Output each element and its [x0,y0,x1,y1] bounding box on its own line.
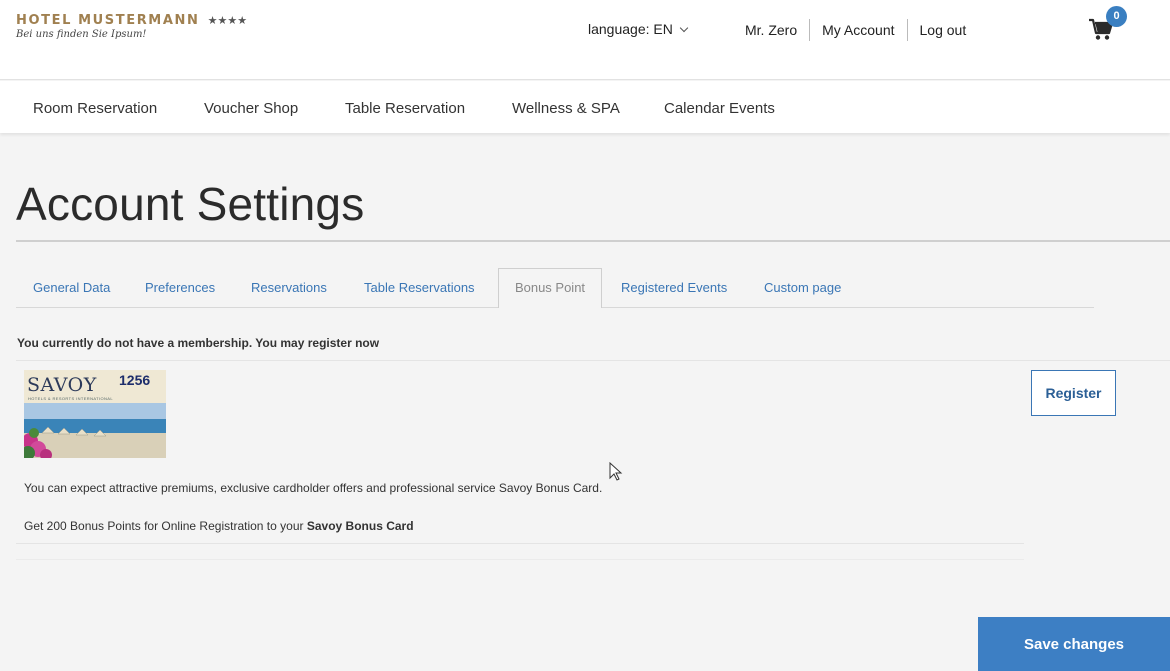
nav-room-reservation[interactable]: Room Reservation [33,100,157,117]
title-divider [16,240,1170,242]
logo-tagline: Bei uns finden Sie Ipsum! [16,29,147,40]
my-account-link[interactable]: My Account [809,19,906,41]
nav-table-reservation[interactable]: Table Reservation [345,100,465,117]
tab-custom-page[interactable]: Custom page [764,280,841,295]
reward-card-name: Savoy Bonus Card [306,519,414,533]
save-changes-button[interactable]: Save changes [978,617,1170,671]
register-button[interactable]: Register [1031,370,1116,416]
tab-preferences[interactable]: Preferences [145,280,215,295]
panel-divider-bottom [16,543,1024,544]
mouse-cursor-icon [609,462,623,481]
bonus-reward-text: Get 200 Bonus Points for Online Registra… [24,519,414,533]
panel-divider-bottom-2 [16,559,1024,560]
tab-reservations[interactable]: Reservations [251,280,327,295]
reward-text: Get 200 Bonus Points for Online Registra… [24,519,304,533]
nav-voucher-shop[interactable]: Voucher Shop [204,100,298,117]
logout-link[interactable]: Log out [906,19,979,41]
cart-count-badge: 0 [1106,6,1127,27]
logo-name: HOTEL MUSTERMANN ★★★★ [16,13,247,28]
user-links: Mr. Zero My Account Log out [745,19,978,41]
bonus-card-image: SAVOY HOTELS & RESORTS INTERNATIONAL 125… [24,370,166,458]
nav-calendar-events[interactable]: Calendar Events [664,100,775,117]
tab-general-data[interactable]: General Data [33,280,110,295]
card-brand: SAVOY [27,374,97,396]
logo-text: HOTEL MUSTERMANN [16,13,200,28]
panel-divider [16,360,1170,361]
card-subtitle: HOTELS & RESORTS INTERNATIONAL [28,396,113,401]
membership-notice: You currently do not have a membership. … [17,336,380,350]
chevron-down-icon [679,23,689,33]
star-rating: ★★★★ [207,14,248,27]
tab-table-reservations[interactable]: Table Reservations [364,280,475,295]
main-nav: Room Reservation Voucher Shop Table Rese… [0,81,1170,133]
language-label: language: EN [588,21,673,37]
nav-wellness-spa[interactable]: Wellness & SPA [512,100,620,117]
hotel-logo[interactable]: HOTEL MUSTERMANN ★★★★ Bei uns finden Sie… [16,13,247,40]
card-number: 1256 [119,372,151,388]
page-title: Account Settings [16,178,365,230]
tab-registered-events[interactable]: Registered Events [621,280,727,295]
card-description: You can expect attractive premiums, excl… [24,481,603,495]
site-header: HOTEL MUSTERMANN ★★★★ Bei uns finden Sie… [0,0,1170,80]
language-selector[interactable]: language: EN [588,21,689,37]
user-name-link[interactable]: Mr. Zero [745,19,809,41]
tab-bonus-point[interactable]: Bonus Point [498,268,602,308]
beach-illustration [24,403,166,458]
